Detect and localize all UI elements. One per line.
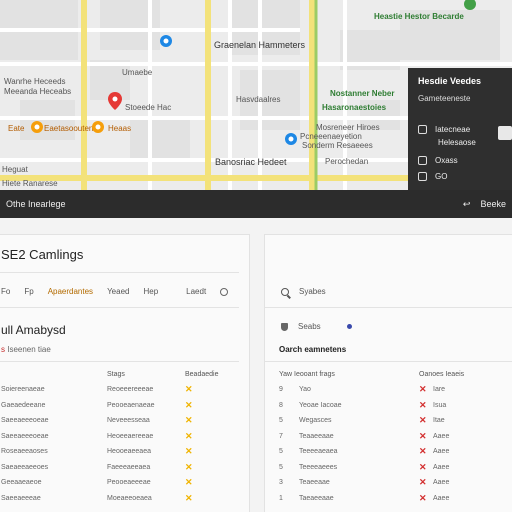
section-title: ull Amabysd — [1, 323, 66, 337]
info-icon — [418, 125, 427, 134]
location-pin-orange-icon[interactable] — [31, 121, 43, 135]
cross-icon: ✕ — [419, 492, 427, 503]
map-label: Meeanda Heceabs — [4, 87, 72, 96]
map-label: Hasaronaestoies — [322, 103, 387, 112]
table-row[interactable]: Gaeaedeeane Peooeaenaeae ✕ — [1, 398, 231, 414]
table-row[interactable]: 7 Teaaeeaae ✕ Aaee — [279, 429, 509, 445]
location-pin-green-icon[interactable] — [464, 0, 476, 12]
status-label: Seabs — [298, 322, 321, 331]
tab[interactable]: Yeaed — [107, 287, 129, 296]
card-title: SE2 Camlings — [1, 247, 84, 262]
search-icon — [281, 287, 289, 296]
table-row[interactable]: Saeeaeeeoeae Heoeeaereeae ✕ — [1, 429, 231, 445]
map-label: Eaetasooutens — [44, 124, 98, 133]
cross-icon: ✕ — [419, 477, 427, 488]
section-title: Oarch eamnetens — [279, 345, 347, 354]
tab-active[interactable]: Apaerdantes — [48, 287, 93, 296]
map-footer-bar: Othe Inearlege ↩ Beeke — [0, 190, 512, 218]
cross-icon: ✕ — [419, 430, 427, 441]
map-label: Sonderm Resaeees — [302, 141, 373, 150]
cross-icon: ✕ — [419, 399, 427, 410]
check-icon: ✕ — [185, 430, 193, 441]
footer-label: Othe Inearlege — [6, 199, 66, 209]
search-row[interactable]: Syabes — [281, 287, 326, 296]
cross-icon: ✕ — [419, 446, 427, 457]
panel-row[interactable]: Helesaose — [438, 138, 476, 147]
panel-title: Hesdie Veedes — [418, 76, 482, 86]
check-icon: ✕ — [185, 384, 193, 395]
table-row[interactable]: Soiereenaeae Reoeeereeeae ✕ — [1, 382, 231, 398]
table-row[interactable]: 1 Taeaeeaae ✕ Aaee — [279, 491, 509, 507]
map-label: Heguat — [2, 165, 28, 174]
table-row[interactable]: Saeeaeeeae Moeaeeoeaea ✕ — [1, 491, 231, 507]
panel-subtitle: Gameteeneste — [418, 94, 471, 103]
listings-card: SE2 Camlings Fo Fp Apaerdantes Yeaed Hep… — [0, 234, 250, 512]
tab[interactable]: Laedt — [186, 287, 206, 296]
panel-row[interactable]: Iatecneae — [418, 125, 470, 134]
status-dot-icon — [346, 324, 352, 329]
location-pin-red-icon[interactable] — [108, 92, 122, 110]
table-row[interactable]: Saeaeeaeeoes Faeeeaeeaea ✕ — [1, 460, 231, 476]
map-label: Hiete Ranarese — [2, 179, 58, 188]
section-meta: s Iseenen tiae — [1, 345, 51, 354]
listings-table: Stags Beadaedie Soiereenaeae Reoeeereeeae… — [1, 367, 231, 506]
map-label: Eate — [8, 124, 25, 133]
map-label: Stoeede Hac — [125, 103, 172, 112]
map-label: Nostanner Neber — [330, 89, 395, 98]
check-icon: ✕ — [185, 461, 193, 472]
tab[interactable]: Fp — [24, 287, 33, 296]
square-icon — [418, 172, 427, 181]
panel-toggle-button[interactable] — [498, 126, 512, 140]
location-pin-orange-icon[interactable] — [92, 121, 104, 135]
map-label: Heaas — [108, 124, 132, 133]
status-row[interactable]: Seabs — [281, 322, 352, 331]
table-row[interactable]: Saeeaeeeoeae Neveeesseaa ✕ — [1, 413, 231, 429]
tab-bar: Fo Fp Apaerdantes Yeaed Hep Laedt — [1, 287, 229, 296]
tab[interactable]: Fo — [1, 287, 10, 296]
cross-icon: ✕ — [419, 384, 427, 395]
table-row[interactable]: 5 Wegasces ✕ Itae — [279, 413, 509, 429]
back-label: Beeke — [480, 199, 506, 209]
cross-icon: ✕ — [419, 415, 427, 426]
location-pin-blue-icon[interactable] — [160, 35, 172, 47]
map-label: Perochedan — [325, 157, 369, 166]
map-label: Banosriac Hedeet — [215, 157, 287, 167]
table-row[interactable]: 5 Teeeeaeees ✕ Aaee — [279, 460, 509, 476]
settings-icon[interactable] — [220, 287, 229, 296]
table-row[interactable]: 3 Teaeeaae ✕ Aaee — [279, 475, 509, 491]
back-icon: ↩ — [462, 199, 471, 209]
map-label: Graenelan Hammeters — [214, 40, 306, 50]
location-pin-blue-icon[interactable] — [285, 133, 297, 145]
map-label: Hasvdaalres — [236, 95, 281, 104]
map-label: Wanrhe Heceeds — [4, 77, 66, 86]
check-icon: ✕ — [185, 399, 193, 410]
panel-row[interactable]: GO — [418, 172, 447, 181]
table-row[interactable]: 5 Teeeeaeaea ✕ Aaee — [279, 444, 509, 460]
map-label: Pcneeenaeyetion — [300, 132, 362, 141]
table-row[interactable]: 8 Yeoae Iacoae ✕ Isua — [279, 398, 509, 414]
tab[interactable]: Hep — [143, 287, 158, 296]
check-icon: ✕ — [185, 446, 193, 457]
table-row[interactable]: 9 Yao ✕ Iare — [279, 382, 509, 398]
panel-row[interactable]: Oxass — [418, 156, 458, 165]
square-icon — [418, 156, 427, 165]
cross-icon: ✕ — [419, 461, 427, 472]
back-link[interactable]: ↩ Beeke — [463, 199, 506, 210]
map-label: Mosreneer Hiroes — [316, 123, 380, 132]
map-label: Umaebe — [122, 68, 153, 77]
table-row[interactable]: Roseaeeaoses Heooeaeeaea ✕ — [1, 444, 231, 460]
check-icon: ✕ — [185, 492, 193, 503]
check-icon: ✕ — [185, 477, 193, 488]
map-view[interactable]: Heastie Hestor Becarde Graenelan Hammete… — [0, 0, 512, 190]
results-table: Yaw Ieooant frags Oanoes Ieaeis 9 Yao ✕ Iar… — [279, 367, 509, 506]
map-label: Heastie Hestor Becarde — [374, 12, 464, 21]
check-icon: ✕ — [185, 415, 193, 426]
search-label: Syabes — [299, 287, 326, 296]
place-info-panel: Hesdie Veedes Gameteeneste Iatecneae Hel… — [408, 68, 512, 190]
search-results-card: Syabes Seabs Oarch eamnetens Yaw Ieooant… — [264, 234, 512, 512]
table-row[interactable]: Geeaaeaeoe Peooeaeeeae ✕ — [1, 475, 231, 491]
shield-icon — [281, 322, 288, 331]
